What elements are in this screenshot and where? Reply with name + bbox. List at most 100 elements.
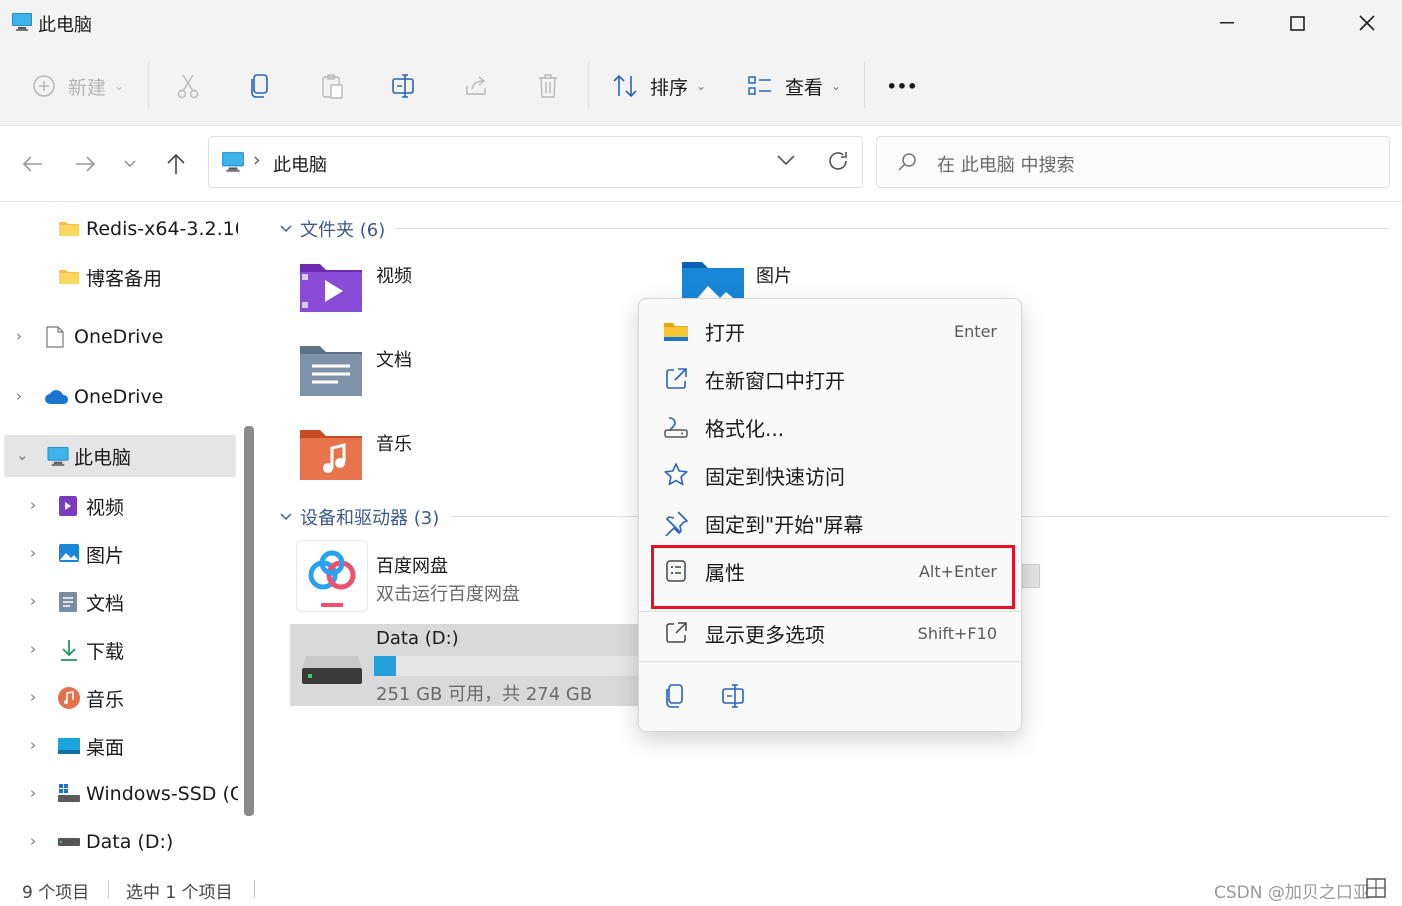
folder-music[interactable]: 音乐 [294, 426, 634, 486]
video-folder-icon [58, 495, 78, 517]
arrow-right-icon [75, 155, 97, 173]
chevron-right-icon[interactable]: › [30, 544, 36, 562]
sidebar-item-music[interactable]: › 音乐 [0, 674, 236, 722]
minimize-button[interactable] [1192, 0, 1262, 46]
open-new-window-icon [661, 364, 691, 394]
scissors-icon [176, 73, 200, 99]
chevron-right-icon[interactable]: › [16, 387, 22, 405]
search-placeholder[interactable]: 在 此电脑 中搜索 [937, 151, 1074, 177]
folder-documents[interactable]: 文档 [294, 342, 634, 402]
forward-button[interactable] [68, 146, 104, 182]
folder-videos[interactable]: 视频 [294, 258, 634, 318]
rename-button[interactable] [384, 66, 424, 106]
chevron-right-icon[interactable]: › [30, 688, 36, 706]
chevron-right-icon[interactable]: › [30, 496, 36, 514]
folders-section-header[interactable]: 文件夹 (6) [280, 216, 385, 242]
cut-button[interactable] [168, 66, 208, 106]
drive-data-d[interactable]: Data (D:) 251 GB 可用，共 274 GB [290, 624, 640, 706]
up-button[interactable] [158, 146, 194, 182]
chevron-right-icon[interactable]: › [30, 784, 36, 802]
sort-button[interactable]: 排序 ⌄ [610, 66, 708, 106]
devices-section-header[interactable]: 设备和驱动器 (3) [280, 504, 439, 530]
menu-item-open-new-window[interactable]: 在新窗口中打开 [639, 355, 1021, 403]
view-button[interactable]: 查看 ⌄ [744, 66, 844, 106]
menu-item-format[interactable]: 格式化... [639, 403, 1021, 451]
item-count: 9 个项目 [22, 883, 90, 903]
recent-locations-button[interactable] [112, 146, 148, 182]
sidebar-item-desktop[interactable]: › 桌面 [0, 722, 236, 770]
star-icon [661, 460, 691, 490]
sidebar-item-videos[interactable]: › 视频 [0, 482, 236, 530]
view-toggle-icon[interactable] [1366, 878, 1386, 898]
sidebar-item-downloads[interactable]: › 下载 [0, 626, 236, 674]
documents-icon [58, 591, 78, 613]
back-button[interactable] [14, 146, 50, 182]
item-title: 百度网盘 [376, 556, 448, 577]
delete-button[interactable] [528, 66, 568, 106]
close-button[interactable] [1332, 0, 1402, 46]
sidebar-item-data-d[interactable]: › Data (D:) [0, 818, 236, 866]
menu-item-show-more-options[interactable]: 显示更多选项 Shift+F10 [639, 609, 1021, 657]
sidebar-item-this-pc[interactable]: ⌄ 此电脑 [4, 435, 236, 477]
search-box[interactable]: 在 此电脑 中搜索 [876, 136, 1390, 188]
menu-item-pin-start[interactable]: 固定到"开始"屏幕 [639, 499, 1021, 547]
drive-icon [300, 654, 364, 686]
share-icon [463, 74, 489, 98]
item-subtitle: 双击运行百度网盘 [376, 584, 520, 605]
new-button[interactable]: 新建 ⌄ [28, 66, 128, 106]
partially-hidden-item [1022, 564, 1040, 588]
video-folder-icon [298, 258, 364, 314]
context-menu: 打开 Enter 在新窗口中打开 格式化... 固定到快速访问 固定到"开始"屏… [638, 298, 1022, 732]
maximize-button[interactable] [1262, 0, 1332, 46]
this-pc-icon [46, 446, 70, 467]
sort-icon [612, 74, 638, 98]
menu-item-label: 固定到快速访问 [705, 464, 845, 489]
menu-item-open[interactable]: 打开 Enter [639, 307, 1021, 355]
chevron-right-icon[interactable]: › [30, 832, 36, 850]
download-icon [60, 639, 78, 661]
chevron-down-icon [280, 225, 292, 233]
breadcrumb-this-pc[interactable]: 此电脑 [273, 151, 327, 177]
menu-item-pin-quick-access[interactable]: 固定到快速访问 [639, 451, 1021, 499]
share-button[interactable] [456, 66, 496, 106]
copy-button[interactable] [240, 66, 280, 106]
sidebar-item-blog-backup[interactable]: 博客备用 [0, 253, 236, 301]
pin-icon [661, 508, 691, 538]
plus-circle-icon [32, 74, 56, 98]
chevron-right-icon[interactable]: › [16, 327, 22, 345]
menu-copy-button[interactable] [663, 683, 693, 713]
copy-icon [248, 73, 272, 99]
chevron-right-icon[interactable]: › [30, 736, 36, 754]
chevron-right-icon[interactable]: › [30, 640, 36, 658]
sidebar-item-pictures[interactable]: › 图片 [0, 530, 236, 578]
copy-icon [663, 683, 693, 709]
sidebar-item-onedrive-personal[interactable]: › OneDrive [0, 313, 236, 361]
status-divider [108, 880, 109, 898]
sidebar-item-label: Data (D:) [86, 831, 174, 853]
arrow-left-icon [21, 155, 43, 173]
sidebar-scrollbar[interactable] [244, 426, 254, 816]
sidebar-item-redis[interactable]: Redis-x64-3.2.100 [0, 205, 238, 253]
section-label: 文件夹 (6) [300, 220, 386, 241]
paste-button[interactable] [312, 66, 352, 106]
sidebar-item-onedrive[interactable]: › OneDrive [0, 373, 236, 421]
rename-icon [391, 73, 417, 99]
status-divider [254, 880, 255, 898]
chevron-down-icon[interactable]: ⌄ [16, 446, 29, 464]
address-bar[interactable]: › 此电脑 [208, 136, 863, 188]
menu-rename-button[interactable] [721, 683, 751, 713]
desktop-icon [57, 737, 81, 755]
navigation-pane: Redis-x64-3.2.100 博客备用 › OneDrive › OneD… [0, 202, 262, 870]
baidu-netdisk-item[interactable]: 百度网盘 双击运行百度网盘 [294, 538, 634, 614]
sidebar-item-windows-ssd[interactable]: › Windows-SSD (C:) [0, 770, 238, 818]
music-folder-icon [298, 426, 364, 482]
arrow-up-icon [166, 153, 186, 175]
sidebar-item-label: OneDrive [74, 326, 164, 348]
sidebar-item-documents[interactable]: › 文档 [0, 578, 236, 626]
drive-title: Data (D:) [376, 628, 459, 649]
more-button[interactable]: ••• [880, 66, 924, 106]
address-history-button[interactable] [777, 154, 795, 166]
chevron-right-icon[interactable]: › [30, 592, 36, 610]
refresh-button[interactable] [827, 150, 849, 172]
more-options-icon [661, 618, 691, 648]
